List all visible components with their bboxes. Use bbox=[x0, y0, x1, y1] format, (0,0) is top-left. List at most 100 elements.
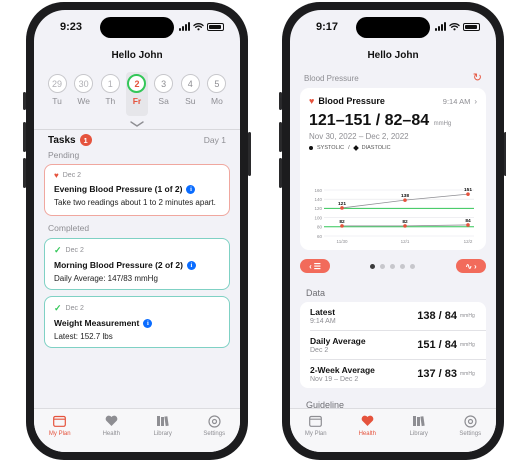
chevron-down-icon[interactable] bbox=[130, 121, 144, 127]
next-chart-button[interactable]: ∿ › bbox=[456, 259, 486, 273]
data-label: 82 bbox=[339, 219, 345, 225]
row-sub: 9:14 AM bbox=[310, 318, 336, 325]
task-card-weight[interactable]: ✓ Dec 2 Weight Measurement i Latest: 152.7… bbox=[44, 296, 230, 348]
task-card-evening-bp[interactable]: ♥ Dec 2 Evening Blood Pressure (1 of 2) i … bbox=[44, 164, 230, 216]
row-unit: mmHg bbox=[460, 371, 475, 377]
task-date: Dec 2 bbox=[62, 172, 82, 179]
day-tu[interactable]: 29 Tu bbox=[46, 72, 68, 116]
day-number: 30 bbox=[74, 74, 94, 93]
tab-settings[interactable]: Settings bbox=[194, 414, 234, 452]
row-label: Daily Average bbox=[310, 336, 366, 346]
bp-unit: mmHg bbox=[433, 121, 452, 127]
tab-label: My Plan bbox=[48, 431, 71, 437]
day-fr-selected[interactable]: 2 Fr bbox=[125, 72, 148, 116]
wifi-icon bbox=[193, 23, 204, 31]
tab-library[interactable]: Library bbox=[399, 414, 439, 452]
books-icon bbox=[155, 414, 171, 428]
row-value: 138 / 84 bbox=[417, 310, 457, 322]
tasks-count-badge: 1 bbox=[79, 134, 92, 146]
divider bbox=[34, 129, 240, 130]
tasks-day-label: Day 1 bbox=[203, 135, 226, 145]
data-row-two-week-average[interactable]: 2-Week Average Nov 19 – Dec 2 137 / 83 mm… bbox=[310, 360, 478, 388]
tab-label: Settings bbox=[459, 431, 482, 437]
info-icon[interactable]: i bbox=[186, 184, 196, 194]
info-icon[interactable]: i bbox=[186, 260, 196, 270]
day-sa[interactable]: 3 Sa bbox=[153, 72, 175, 116]
tab-label: Health bbox=[358, 431, 376, 437]
chart-pager: ‹ ☰ ∿ › bbox=[300, 259, 486, 275]
signal-icon bbox=[179, 22, 190, 31]
chevron-right-icon: › bbox=[474, 261, 477, 271]
task-name: Evening Blood Pressure (1 of 2) bbox=[54, 184, 183, 194]
x-tick-label: 12/1 bbox=[401, 239, 410, 244]
day-number: 4 bbox=[180, 74, 200, 93]
bp-section-label: Blood Pressure bbox=[304, 74, 359, 83]
screen-health: 9:17 Hello John Blood Pressure ↻ ♥ Blood… bbox=[290, 10, 496, 452]
pending-section-label: Pending bbox=[48, 150, 80, 160]
data-row-latest[interactable]: Latest 9:14 AM 138 / 84 mmHg bbox=[310, 302, 478, 330]
tasks-title: Tasks bbox=[48, 134, 76, 146]
pulse-icon: ∿ bbox=[465, 261, 473, 271]
status-time: 9:23 bbox=[60, 21, 83, 33]
heart-icon: ♥ bbox=[54, 171, 59, 180]
task-date: Dec 2 bbox=[65, 305, 84, 312]
card-time: 9:14 AM bbox=[442, 96, 471, 106]
tasks-header: Tasks 1 Day 1 bbox=[48, 134, 226, 146]
y-tick-label: 60 bbox=[317, 234, 323, 239]
tab-my-plan[interactable]: My Plan bbox=[296, 414, 336, 452]
data-label: 151 bbox=[464, 187, 472, 193]
battery-icon bbox=[463, 22, 480, 31]
row-label: Latest bbox=[310, 307, 336, 317]
refresh-icon[interactable]: ↻ bbox=[473, 73, 482, 84]
bp-chart-card[interactable]: ♥ Blood Pressure 9:14 AM › 121–151 / 82–… bbox=[300, 88, 486, 250]
calendar-icon bbox=[308, 414, 324, 428]
chart-legend: SYSTOLIC / DIASTOLIC bbox=[309, 145, 477, 151]
day-label: Mo bbox=[211, 96, 223, 106]
dynamic-island bbox=[356, 17, 430, 38]
row-sub: Dec 2 bbox=[310, 347, 329, 354]
tab-settings[interactable]: Settings bbox=[450, 414, 490, 452]
tab-health[interactable]: Health bbox=[347, 414, 387, 452]
data-label: 138 bbox=[401, 193, 409, 199]
tab-label: Library bbox=[409, 431, 428, 437]
tab-bar: My Plan Health Library Settings bbox=[34, 408, 240, 452]
task-description: Latest: 152.7 lbs bbox=[54, 332, 113, 341]
day-label: Sa bbox=[158, 96, 169, 106]
wifi-icon bbox=[449, 23, 460, 31]
data-row-daily-average[interactable]: Daily Average Dec 2 151 / 84 mmHg bbox=[310, 331, 478, 359]
list-view-button[interactable]: ‹ ☰ bbox=[300, 259, 330, 273]
tab-library[interactable]: Library bbox=[143, 414, 183, 452]
day-number: 5 bbox=[207, 74, 227, 93]
row-unit: mmHg bbox=[460, 313, 475, 319]
tab-my-plan[interactable]: My Plan bbox=[40, 414, 80, 452]
row-value: 137 / 83 bbox=[417, 368, 457, 380]
completed-section-label: Completed bbox=[48, 223, 90, 233]
day-su[interactable]: 4 Su bbox=[179, 72, 201, 116]
task-description: Daily Average: 147/83 mmHg bbox=[54, 274, 158, 283]
calendar-icon bbox=[52, 414, 68, 428]
task-description: Take two readings about 1 to 2 minutes a… bbox=[54, 198, 216, 207]
day-we[interactable]: 30 We bbox=[73, 72, 95, 116]
task-card-morning-bp[interactable]: ✓ Dec 2 Morning Blood Pressure (2 of 2) i … bbox=[44, 238, 230, 290]
gear-icon bbox=[206, 414, 222, 428]
signal-icon bbox=[435, 22, 446, 31]
y-tick-label: 100 bbox=[314, 215, 322, 220]
tab-label: My Plan bbox=[304, 431, 327, 437]
chevron-right-icon[interactable]: › bbox=[474, 97, 477, 106]
gear-icon bbox=[462, 414, 478, 428]
page-title: Hello John bbox=[367, 50, 419, 61]
diastolic-marker-icon bbox=[352, 145, 359, 151]
day-label: Fr bbox=[132, 96, 142, 106]
y-tick-label: 80 bbox=[317, 225, 323, 230]
day-mo[interactable]: 5 Mo bbox=[206, 72, 228, 116]
heart-icon: ♥ bbox=[309, 96, 315, 106]
day-th[interactable]: 1 Th bbox=[99, 72, 121, 116]
page-indicator[interactable] bbox=[370, 264, 415, 269]
tab-label: Settings bbox=[203, 431, 226, 437]
info-icon[interactable]: i bbox=[143, 318, 153, 328]
tab-label: Library bbox=[153, 431, 172, 437]
status-time: 9:17 bbox=[316, 21, 339, 33]
day-number: 3 bbox=[154, 74, 174, 93]
data-section-title: Data bbox=[306, 288, 326, 298]
tab-health[interactable]: Health bbox=[91, 414, 131, 452]
